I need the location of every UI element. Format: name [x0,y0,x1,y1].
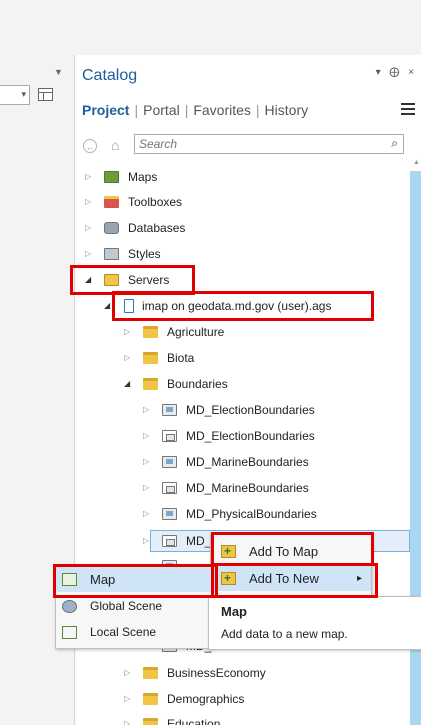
tab-portal[interactable]: Portal [143,102,180,118]
tree-item-service[interactable]: ▷ MD_ElectionBoundaries [76,425,406,447]
folder-icon [143,718,158,725]
search-icon[interactable]: ⌕ [391,136,398,151]
tab-project[interactable]: Project [82,102,129,118]
tree-item-service[interactable]: ▷ MD_MarineBoundaries [76,451,406,473]
folder-icon [143,667,158,679]
expand-icon[interactable]: ▷ [85,243,91,265]
tooltip-description: Add data to a new map. [221,627,348,641]
home-icon[interactable]: ⌂ [111,137,119,153]
menu-icon[interactable] [401,103,415,115]
local-scene-icon [62,626,77,639]
feature-service-icon [162,430,177,442]
search-box: ⌕ [134,134,404,154]
back-icon[interactable]: ← [83,139,97,153]
highlight-server-connection [112,291,374,321]
tree-item-databases[interactable]: ▷ Databases [76,217,406,239]
tree-item-service[interactable]: ▷ MD_PhysicalBoundaries [76,503,406,525]
expand-icon[interactable]: ▷ [124,347,130,369]
expand-icon[interactable]: ▷ [124,713,130,725]
top-toolbar-area [0,0,421,55]
chevron-down-icon: ▾ [21,89,26,99]
highlight-map [53,564,218,598]
pane-menu-arrow-icon[interactable]: ▼ [54,67,63,77]
folder-icon [143,693,158,705]
tree-item-demographics[interactable]: ▷ Demographics [76,688,406,710]
tree-item-agriculture[interactable]: ▷ Agriculture [76,321,406,343]
submenu-item-local-scene[interactable]: Local Scene [56,620,211,645]
expand-icon[interactable]: ▷ [143,399,149,421]
feature-service-icon [162,482,177,494]
map-service-icon [162,508,177,520]
expand-icon[interactable]: ▷ [124,662,130,684]
tree-item-maps[interactable]: ▷ Maps [76,166,406,188]
tree-item-business[interactable]: ▷ BusinessEconomy [76,662,406,684]
maps-folder-icon [104,171,119,183]
tree-item-service[interactable]: ▷ MD_MarineBoundaries [76,477,406,499]
tab-history[interactable]: History [265,102,309,118]
tab-favorites[interactable]: Favorites [193,102,251,118]
scroll-up-icon[interactable]: ▲ [413,159,420,166]
tree-item-education[interactable]: ▷ Education [76,713,406,725]
tree-item-toolboxes[interactable]: ▷ Toolboxes [76,191,406,213]
folder-icon [143,378,158,390]
tooltip: Map Add data to a new map. [208,596,421,650]
pane-options-icons[interactable]: ▾ ⨁ × [376,67,417,78]
folder-icon [143,326,158,338]
feature-service-icon [162,535,177,547]
expand-icon[interactable]: ▷ [143,477,149,499]
expand-icon[interactable]: ▷ [143,425,149,447]
expand-icon[interactable]: ▷ [124,688,130,710]
expand-icon[interactable]: ▷ [85,217,91,239]
tree-item-biota[interactable]: ▷ Biota [76,347,406,369]
folder-icon [143,352,158,364]
expand-icon[interactable]: ▷ [143,451,149,473]
attribute-table-icon[interactable] [38,88,53,101]
map-service-icon [162,456,177,468]
expand-icon[interactable]: ▷ [85,191,91,213]
collapse-icon[interactable]: ◢ [124,373,130,395]
expand-icon[interactable]: ▷ [143,503,149,525]
map-service-icon [162,404,177,416]
globe-icon [62,600,77,613]
toolbox-icon [104,196,119,208]
database-icon [104,222,119,234]
catalog-tabs: Project | Portal | Favorites | History [82,102,309,118]
styles-icon [104,248,119,260]
catalog-title: Catalog [82,67,138,84]
tooltip-title: Map [221,604,247,619]
search-input[interactable] [139,136,369,152]
collapse-icon[interactable]: ◢ [104,295,110,317]
tree-item-boundaries[interactable]: ◢ Boundaries [76,373,406,395]
highlight-add-to-new [211,563,378,598]
tree-item-service[interactable]: ▷ MD_ElectionBoundaries [76,399,406,421]
layer-dropdown[interactable]: ▾ [0,85,30,105]
expand-icon[interactable]: ▷ [85,166,91,188]
expand-icon[interactable]: ▷ [143,530,149,552]
expand-icon[interactable]: ▷ [124,321,130,343]
highlight-add-to-map [211,532,374,566]
tree-item-styles[interactable]: ▷ Styles [76,243,406,265]
